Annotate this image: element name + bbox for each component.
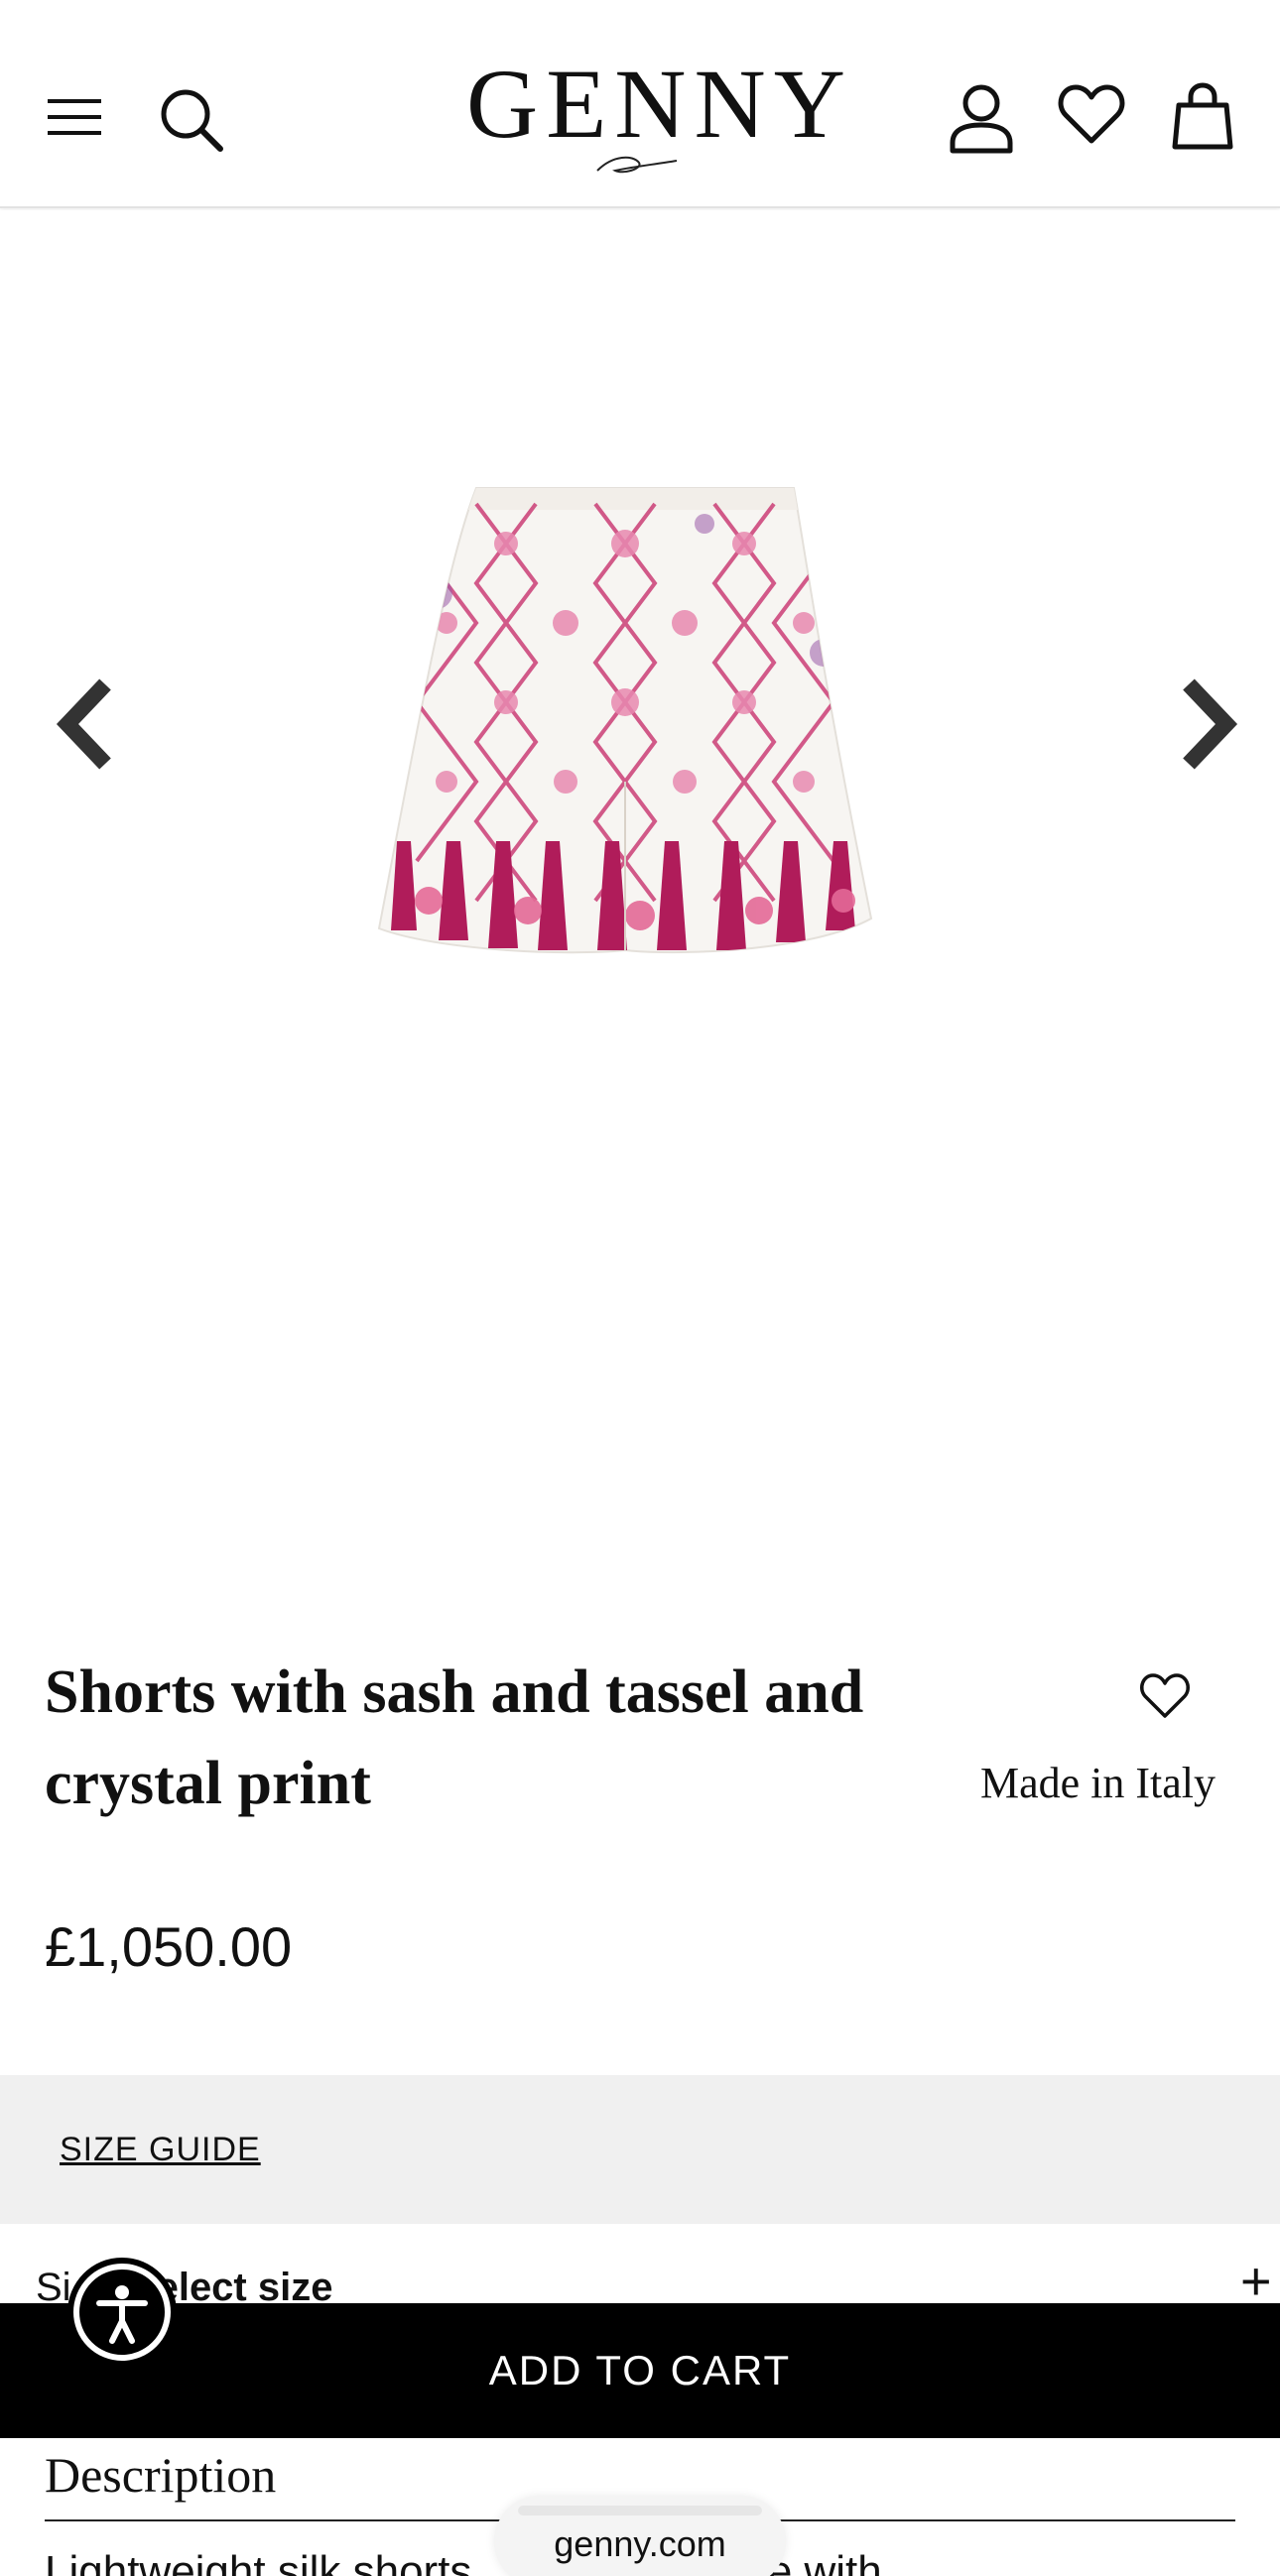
menu-icon[interactable] bbox=[48, 95, 101, 139]
accessibility-button[interactable] bbox=[67, 2258, 177, 2367]
description-title: Description bbox=[45, 2447, 277, 2503]
wishlist-icon[interactable] bbox=[1058, 83, 1125, 147]
chevron-right-icon[interactable] bbox=[1181, 676, 1240, 772]
product-gallery[interactable] bbox=[0, 210, 1280, 1609]
product-image bbox=[377, 487, 873, 954]
logo-text: GENNY bbox=[466, 49, 853, 159]
add-to-cart-button[interactable]: ADD TO CART bbox=[0, 2303, 1280, 2438]
browser-url-bar[interactable]: genny.com bbox=[494, 2496, 786, 2576]
url-progress-bar bbox=[518, 2506, 762, 2515]
size-selector[interactable]: Si elect size + bbox=[0, 2226, 1280, 2309]
account-icon[interactable] bbox=[949, 83, 1014, 155]
url-text: genny.com bbox=[554, 2523, 726, 2564]
expand-icon[interactable]: + bbox=[1240, 2255, 1272, 2308]
chevron-left-icon[interactable] bbox=[54, 676, 113, 772]
product-title: Shorts with sash and tassel and crystal … bbox=[45, 1658, 864, 1817]
size-guide-section: SIZE GUIDE bbox=[0, 2075, 1280, 2224]
search-icon[interactable] bbox=[159, 87, 224, 153]
accessibility-icon bbox=[73, 2264, 171, 2361]
logo-signature-icon bbox=[596, 156, 678, 174]
made-in-label: Made in Italy bbox=[979, 1759, 1216, 1807]
size-guide-link[interactable]: SIZE GUIDE bbox=[60, 2131, 261, 2169]
add-to-wishlist-icon[interactable] bbox=[1139, 1672, 1191, 1720]
product-price: £1,050.00 bbox=[45, 1915, 293, 1978]
brand-logo[interactable]: GENNY bbox=[466, 50, 845, 159]
shopping-bag-icon[interactable] bbox=[1171, 81, 1234, 151]
site-header: GENNY bbox=[0, 0, 1280, 208]
